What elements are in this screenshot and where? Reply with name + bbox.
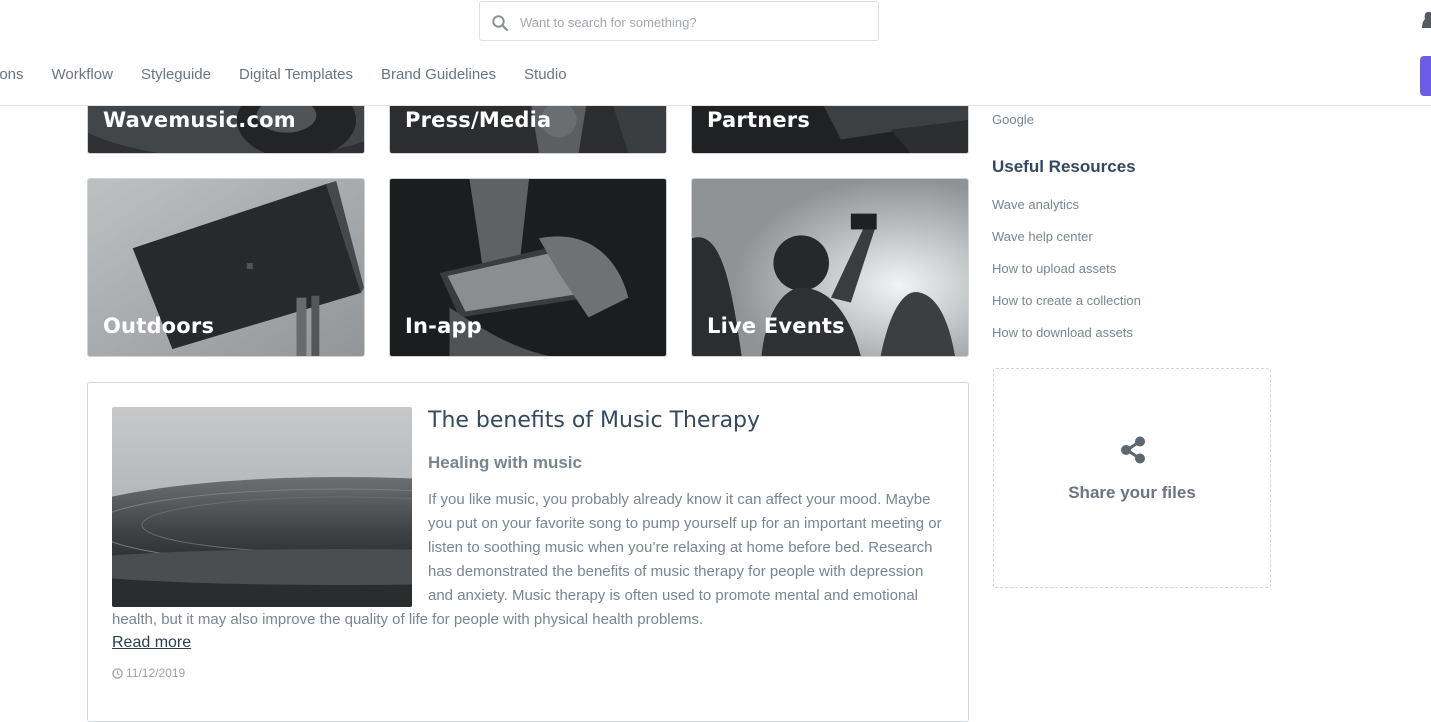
thumbnail-spacer <box>112 488 428 608</box>
resource-link-upload-assets[interactable]: How to upload assets <box>992 261 1116 276</box>
tile-label: In-app <box>405 314 482 338</box>
share-icon <box>1121 436 1145 464</box>
nav-item-workflow[interactable]: Workflow <box>52 64 113 86</box>
article-date: 11/12/2019 <box>112 666 185 680</box>
sidebar-link-google[interactable]: Google <box>992 112 1034 127</box>
useful-resources-heading: Useful Resources <box>992 157 1136 176</box>
nav-item-styleguide[interactable]: Styleguide <box>141 64 211 86</box>
tile-label: Partners <box>707 108 811 132</box>
clock-icon <box>112 667 123 679</box>
article-card: The benefits of Music Therapy Healing wi… <box>87 382 969 722</box>
nav-item-studio[interactable]: Studio <box>524 64 567 86</box>
tile-label: Live Events <box>707 314 845 338</box>
tile-outdoors[interactable]: Outdoors <box>87 178 365 357</box>
user-icon[interactable] <box>1422 10 1431 30</box>
resource-link-wave-analytics[interactable]: Wave analytics <box>992 197 1079 212</box>
read-more-link[interactable]: Read more <box>112 634 191 652</box>
article-date-text: 11/12/2019 <box>126 666 186 680</box>
article-subtitle: Healing with music <box>428 453 582 472</box>
share-files-label: Share your files <box>1068 483 1196 502</box>
tile-label: Wavemusic.com <box>103 108 296 132</box>
tile-in-app[interactable]: In-app <box>389 178 667 357</box>
nav-item-collections[interactable]: ections <box>0 64 24 86</box>
resource-link-download-assets[interactable]: How to download assets <box>992 325 1133 340</box>
tile-label: Outdoors <box>103 314 215 338</box>
resource-link-create-collection[interactable]: How to create a collection <box>992 293 1141 308</box>
resource-link-wave-help-center[interactable]: Wave help center <box>992 229 1093 244</box>
share-files-dropzone[interactable]: Share your files <box>993 368 1271 588</box>
nav-item-digital-templates[interactable]: Digital Templates <box>239 64 353 86</box>
search-bar[interactable] <box>479 1 879 41</box>
tile-live-events[interactable]: Live Events <box>691 178 969 357</box>
search-icon <box>492 15 509 32</box>
primary-action-button[interactable] <box>1420 56 1431 96</box>
top-header: ections Workflow Styleguide Digital Temp… <box>0 0 1431 106</box>
article-title[interactable]: The benefits of Music Therapy <box>428 408 760 433</box>
tile-label: Press/Media <box>405 108 552 132</box>
search-input[interactable] <box>520 11 860 33</box>
main-nav: ections Workflow Styleguide Digital Temp… <box>0 64 595 86</box>
nav-item-brand-guidelines[interactable]: Brand Guidelines <box>381 64 496 86</box>
article-body-wrap: If you like music, you probably already … <box>112 488 946 632</box>
